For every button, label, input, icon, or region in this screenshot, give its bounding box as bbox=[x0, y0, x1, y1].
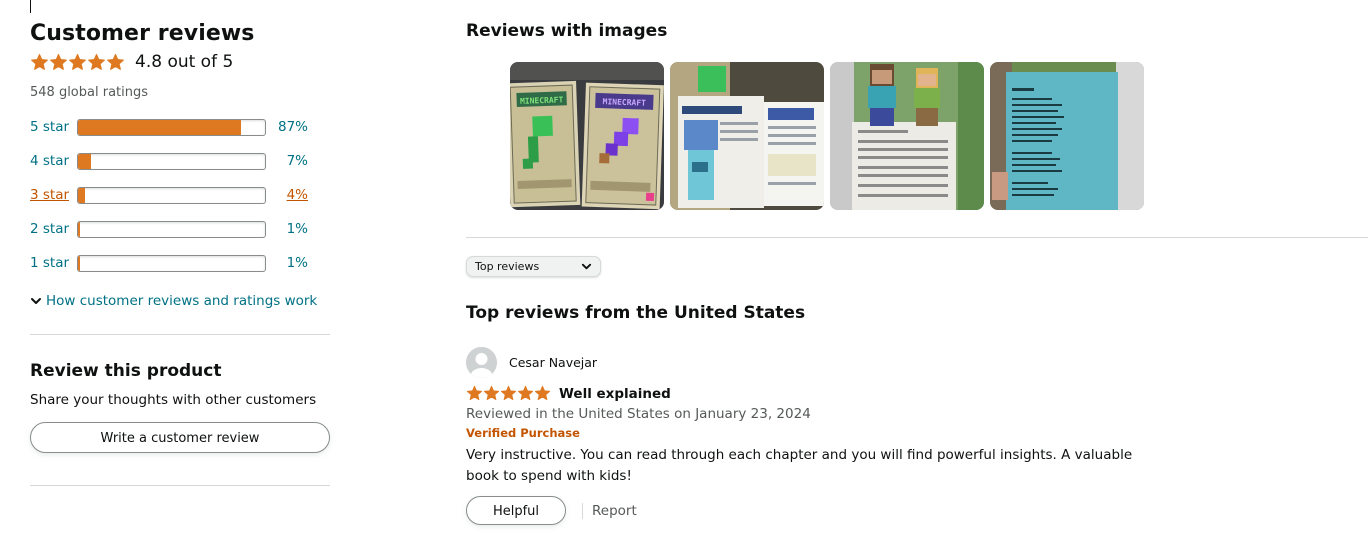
customer-reviews-heading: Customer reviews bbox=[30, 21, 255, 46]
histogram-row[interactable]: 4 star 7% bbox=[30, 144, 330, 178]
histogram-percent[interactable]: 87% bbox=[266, 119, 308, 135]
review-actions: Helpful Report bbox=[466, 496, 1368, 525]
histogram-star-label[interactable]: 5 star bbox=[30, 119, 77, 135]
book-open-page-photo bbox=[670, 62, 824, 210]
text-cursor bbox=[30, 0, 31, 13]
sort-selected-value: Top reviews bbox=[475, 260, 540, 273]
reviewer-profile[interactable]: Cesar Navejar bbox=[466, 347, 1368, 378]
histogram-row[interactable]: 3 star 4% bbox=[30, 178, 330, 212]
average-rating-text: 4.8 out of 5 bbox=[135, 52, 234, 72]
default-avatar-icon bbox=[466, 347, 497, 378]
star-icon bbox=[30, 53, 49, 72]
chevron-down-icon bbox=[581, 263, 592, 270]
histogram-row[interactable]: 5 star 87% bbox=[30, 110, 330, 144]
review-image-thumbnail[interactable] bbox=[990, 62, 1144, 210]
histogram-percent[interactable]: 1% bbox=[266, 255, 308, 271]
star-icon bbox=[106, 53, 125, 72]
histogram-star-label[interactable]: 1 star bbox=[30, 255, 77, 271]
star-icon bbox=[68, 53, 87, 72]
review-images-carousel: MINECRAFT MINECRAFT bbox=[510, 62, 1368, 210]
how-reviews-work-link[interactable]: How customer reviews and ratings work bbox=[30, 293, 330, 309]
histogram-row[interactable]: 1 star 1% bbox=[30, 246, 330, 280]
global-ratings-count: 548 global ratings bbox=[30, 85, 149, 100]
histogram-meter[interactable] bbox=[77, 220, 266, 238]
contents-page-photo bbox=[990, 62, 1144, 210]
histogram-meter-fill bbox=[78, 221, 80, 237]
histogram-star-label[interactable]: 3 star bbox=[30, 187, 77, 203]
histogram-meter-fill bbox=[78, 119, 241, 135]
rating-histogram: 5 star 87% 4 star 7% 3 star 4% 2 star 1% 1 star 1… bbox=[30, 110, 330, 280]
figurines-on-page-photo bbox=[830, 62, 984, 210]
review-image-thumbnail[interactable]: MINECRAFT MINECRAFT bbox=[510, 62, 664, 210]
cover-text: MINECRAFT bbox=[602, 97, 646, 108]
helpful-button[interactable]: Helpful bbox=[466, 496, 566, 525]
histogram-percent[interactable]: 7% bbox=[266, 153, 308, 169]
histogram-meter[interactable] bbox=[77, 118, 266, 136]
histogram-star-label[interactable]: 2 star bbox=[30, 221, 77, 237]
histogram-row[interactable]: 2 star 1% bbox=[30, 212, 330, 246]
how-reviews-work-label: How customer reviews and ratings work bbox=[46, 293, 318, 309]
review-body: Very instructive. You can read through e… bbox=[466, 447, 1133, 484]
star-icon bbox=[87, 53, 106, 72]
review-image-thumbnail[interactable] bbox=[830, 62, 984, 210]
sort-reviews-dropdown[interactable]: Top reviews bbox=[466, 256, 601, 277]
chevron-down-icon bbox=[31, 298, 41, 304]
star-icon bbox=[534, 385, 551, 402]
share-thoughts-text: Share your thoughts with other customers bbox=[30, 392, 317, 408]
review-item: Cesar Navejar Well explained Reviewed in… bbox=[466, 347, 1368, 525]
histogram-meter[interactable] bbox=[77, 254, 266, 272]
star-icon bbox=[483, 385, 500, 402]
average-rating-row[interactable]: 4.8 out of 5 bbox=[30, 50, 330, 74]
review-title-row: Well explained bbox=[466, 385, 1368, 402]
star-icon bbox=[500, 385, 517, 402]
review-date: Reviewed in the United States on January… bbox=[466, 406, 811, 422]
review-image-thumbnail[interactable] bbox=[670, 62, 824, 210]
reviewer-name: Cesar Navejar bbox=[509, 355, 598, 370]
histogram-meter-fill bbox=[78, 153, 92, 169]
reviews-with-images-heading: Reviews with images bbox=[466, 21, 668, 41]
reviews-main-panel: Reviews with images MINECRAFT MINECRAFT … bbox=[466, 18, 1368, 525]
review-rating-stars[interactable] bbox=[466, 385, 551, 402]
book-covers-photo: MINECRAFT MINECRAFT bbox=[510, 62, 664, 210]
star-icon bbox=[49, 53, 68, 72]
histogram-meter[interactable] bbox=[77, 186, 266, 204]
histogram-percent[interactable]: 1% bbox=[266, 221, 308, 237]
histogram-meter-fill bbox=[78, 255, 80, 271]
write-review-button[interactable]: Write a customer review bbox=[30, 422, 330, 453]
star-icon bbox=[517, 385, 534, 402]
report-link[interactable]: Report bbox=[592, 503, 637, 519]
divider bbox=[466, 237, 1368, 238]
avatar bbox=[466, 347, 497, 378]
star-icon bbox=[466, 385, 483, 402]
divider bbox=[582, 502, 583, 519]
divider bbox=[30, 485, 330, 486]
average-rating-stars bbox=[30, 53, 125, 72]
histogram-meter[interactable] bbox=[77, 152, 266, 170]
divider bbox=[30, 334, 330, 335]
verified-purchase-badge: Verified Purchase bbox=[466, 426, 580, 440]
cover-text: MINECRAFT bbox=[520, 95, 564, 106]
review-this-product-heading: Review this product bbox=[30, 361, 222, 381]
ratings-summary-panel: Customer reviews 4.8 out of 5 548 global… bbox=[30, 18, 330, 486]
histogram-percent[interactable]: 4% bbox=[266, 187, 308, 203]
histogram-star-label[interactable]: 4 star bbox=[30, 153, 77, 169]
review-title[interactable]: Well explained bbox=[559, 386, 671, 402]
histogram-meter-fill bbox=[78, 187, 86, 203]
top-reviews-heading: Top reviews from the United States bbox=[466, 303, 806, 323]
